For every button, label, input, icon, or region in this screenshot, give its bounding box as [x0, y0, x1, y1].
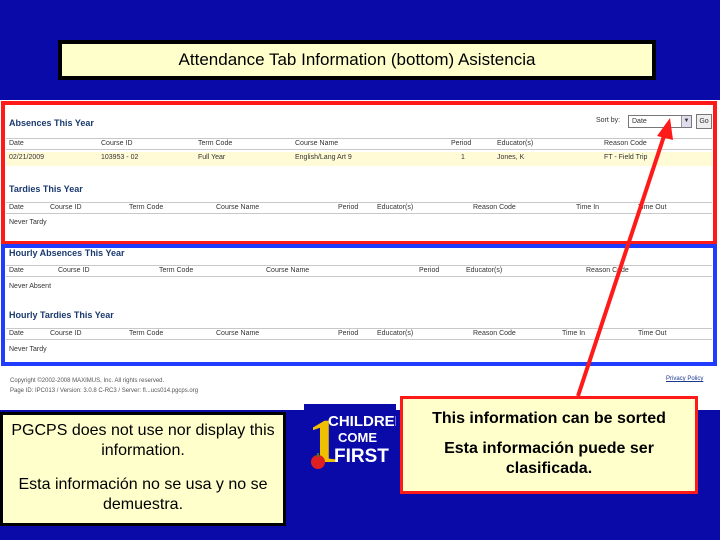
logo-word-1: CHILDREN [328, 413, 396, 430]
logo-word-2: COME [338, 430, 377, 445]
logo-word-3: FIRST [334, 446, 389, 467]
apple-icon [311, 455, 325, 469]
children-come-first-logo: 1 CHILDREN COME FIRST [304, 404, 396, 474]
